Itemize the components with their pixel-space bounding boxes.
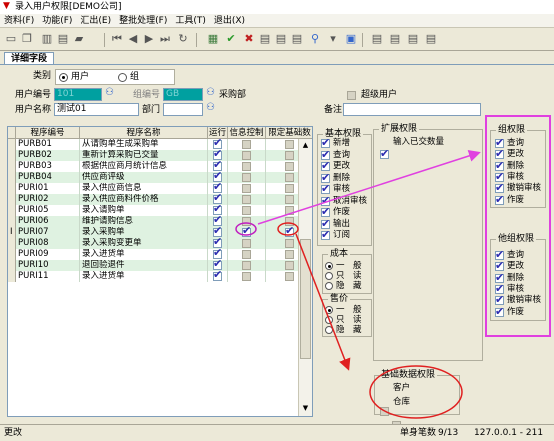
annotation-overlay <box>235 150 481 419</box>
arrow-to-basedata <box>295 233 351 371</box>
status-ip: 127.0.0.1 - 211 <box>474 428 544 438</box>
status-count-label: 单身笔数 <box>400 428 437 438</box>
limit-base-circle <box>277 222 299 236</box>
status-bar: 更改 单身笔数 9/13 127.0.0.1 - 211 <box>0 424 554 441</box>
info-control-circle <box>235 222 257 236</box>
basedata-circle <box>369 365 463 419</box>
status-count: 9/13 <box>438 428 459 438</box>
status-mode: 更改 <box>4 428 23 438</box>
arrow-to-group-perm <box>257 150 481 225</box>
